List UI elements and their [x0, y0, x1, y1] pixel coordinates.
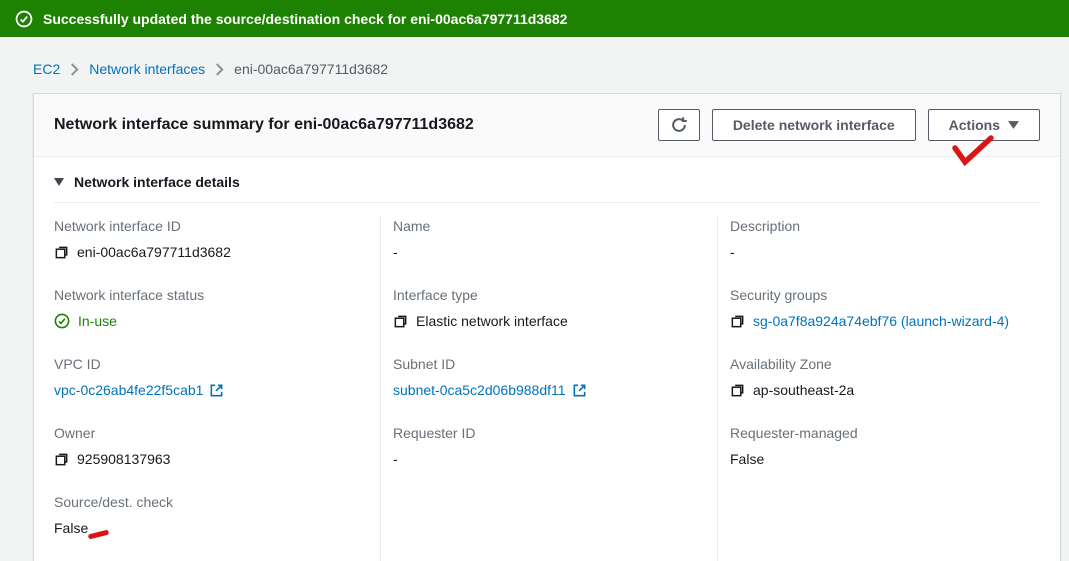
- field-value: -: [393, 449, 398, 469]
- field-name: Name -: [393, 216, 705, 262]
- field-label: Source/dest. check: [54, 492, 368, 512]
- success-banner-message: Successfully updated the source/destinat…: [43, 11, 567, 27]
- field-label: Network interface status: [54, 285, 368, 305]
- refresh-icon: [670, 116, 688, 134]
- actions-dropdown-wrap: Actions: [928, 109, 1040, 141]
- copy-icon[interactable]: [393, 314, 408, 329]
- details-columns: Network interface ID eni-00ac6a797711d36…: [34, 203, 1060, 561]
- field-availability-zone: Availability Zone ap-southeast-2a: [730, 354, 1048, 400]
- actions-button-label: Actions: [949, 117, 1000, 133]
- chevron-right-icon: [215, 63, 224, 76]
- details-column-3: Description - Security groups sg-0a7f8a9…: [717, 216, 1060, 561]
- header-actions: Delete network interface Actions: [658, 109, 1040, 141]
- field-label: VPC ID: [54, 354, 368, 374]
- field-label: Security groups: [730, 285, 1048, 305]
- details-column-1: Network interface ID eni-00ac6a797711d36…: [34, 216, 380, 561]
- breadcrumb: EC2 Network interfaces eni-00ac6a797711d…: [0, 37, 1069, 93]
- page-title: Network interface summary for eni-00ac6a…: [54, 116, 474, 134]
- field-network-interface-id: Network interface ID eni-00ac6a797711d36…: [54, 216, 368, 262]
- vpc-id-link[interactable]: vpc-0c26ab4fe22f5cab1: [54, 380, 203, 400]
- section-title: Network interface details: [74, 174, 240, 190]
- field-source-dest-check: Source/dest. check False: [54, 492, 368, 538]
- field-label: Interface type: [393, 285, 705, 305]
- field-value: 925908137963: [77, 449, 170, 469]
- caret-down-icon: [1008, 121, 1019, 129]
- field-vpc-id: VPC ID vpc-0c26ab4fe22f5cab1: [54, 354, 368, 400]
- field-label: Network interface ID: [54, 216, 368, 236]
- field-owner: Owner 925908137963: [54, 423, 368, 469]
- field-value: -: [393, 242, 398, 262]
- delete-button-label: Delete network interface: [733, 117, 895, 133]
- network-interface-details-section: Network interface details Network interf…: [34, 157, 1060, 561]
- status-badge: In-use: [78, 311, 117, 331]
- chevron-right-icon: [70, 63, 79, 76]
- breadcrumb-link-network-interfaces[interactable]: Network interfaces: [89, 61, 205, 77]
- field-description: Description -: [730, 216, 1048, 262]
- breadcrumb-current: eni-00ac6a797711d3682: [234, 61, 388, 77]
- success-check-circle-icon: [15, 10, 33, 28]
- field-label: Owner: [54, 423, 368, 443]
- external-link-icon[interactable]: [209, 383, 224, 398]
- field-value: ap-southeast-2a: [753, 380, 854, 400]
- subnet-id-link[interactable]: subnet-0ca5c2d06b988df11: [393, 380, 566, 400]
- field-label: Subnet ID: [393, 354, 705, 374]
- copy-icon[interactable]: [730, 383, 745, 398]
- field-security-groups: Security groups sg-0a7f8a924a74ebf76 (la…: [730, 285, 1048, 331]
- field-label: Requester-managed: [730, 423, 1048, 443]
- delete-network-interface-button[interactable]: Delete network interface: [712, 109, 916, 141]
- panel-header: Network interface summary for eni-00ac6a…: [34, 94, 1060, 157]
- copy-icon[interactable]: [54, 452, 69, 467]
- success-banner: Successfully updated the source/destinat…: [0, 0, 1069, 37]
- field-value: Elastic network interface: [416, 311, 568, 331]
- refresh-button[interactable]: [658, 109, 700, 141]
- copy-icon[interactable]: [54, 245, 69, 260]
- field-value: False: [54, 518, 88, 538]
- field-label: Availability Zone: [730, 354, 1048, 374]
- triangle-down-icon: [54, 178, 64, 186]
- actions-dropdown-button[interactable]: Actions: [928, 109, 1040, 141]
- field-interface-type: Interface type Elastic network interface: [393, 285, 705, 331]
- security-group-link[interactable]: sg-0a7f8a924a74ebf76 (launch-wizard-4): [753, 311, 1009, 331]
- field-value: -: [730, 242, 735, 262]
- breadcrumb-link-ec2[interactable]: EC2: [33, 61, 60, 77]
- field-label: Requester ID: [393, 423, 705, 443]
- annotation-red-dash-mark: [88, 530, 110, 540]
- field-requester-managed: Requester-managed False: [730, 423, 1048, 469]
- field-requester-id: Requester ID -: [393, 423, 705, 469]
- status-green-check-icon: [54, 313, 70, 329]
- section-toggle[interactable]: Network interface details: [54, 157, 1040, 203]
- field-label: Description: [730, 216, 1048, 236]
- external-link-icon[interactable]: [572, 383, 587, 398]
- details-column-2: Name - Interface type Elastic network in…: [380, 216, 717, 561]
- field-value: False: [730, 449, 764, 469]
- network-interface-summary-panel: Network interface summary for eni-00ac6a…: [33, 93, 1061, 561]
- field-network-interface-status: Network interface status In-use: [54, 285, 368, 331]
- field-subnet-id: Subnet ID subnet-0ca5c2d06b988df11: [393, 354, 705, 400]
- field-value: eni-00ac6a797711d3682: [77, 242, 231, 262]
- field-label: Name: [393, 216, 705, 236]
- copy-icon[interactable]: [730, 314, 745, 329]
